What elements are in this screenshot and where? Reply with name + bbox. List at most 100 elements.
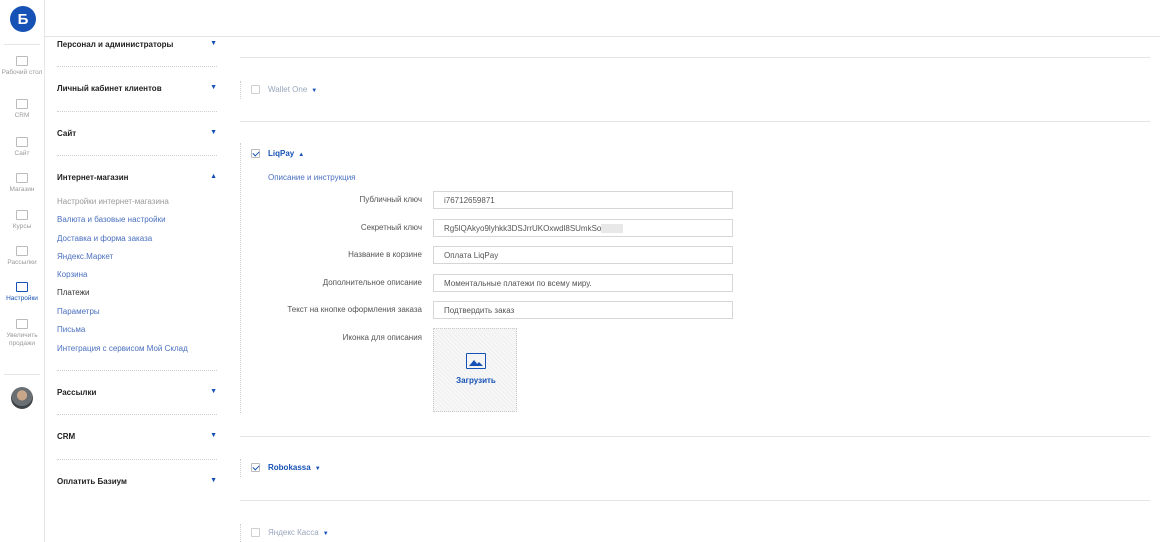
button-text-field[interactable]: Подтвердить заказ	[433, 301, 733, 319]
chevron-down-icon: ▼	[210, 388, 217, 395]
rail-divider	[4, 44, 40, 45]
section-divider	[240, 57, 1150, 58]
liqpay-toggle[interactable]: LiqPay ▲	[268, 149, 304, 158]
rail-item-courses[interactable]: Курсы	[0, 210, 44, 231]
liqpay-checkbox[interactable]	[251, 149, 260, 158]
menu-item-moysklad[interactable]: Интеграция с сервисом Мой Склад	[57, 344, 188, 353]
menu-section-label: Рассылки	[57, 388, 97, 397]
sliders-icon	[16, 282, 28, 292]
rail-item-label: Курсы	[12, 223, 32, 230]
cart-name-field[interactable]: Оплата LiqPay	[433, 246, 733, 264]
image-icon	[466, 353, 486, 369]
payment-label: Robokassa	[268, 463, 311, 472]
cart-name-label: Название в корзине	[348, 250, 422, 259]
menu-section-shop[interactable]: Интернет-магазин ▲	[57, 173, 217, 182]
rail-item-settings[interactable]: Настройки	[0, 282, 44, 303]
rail-item-label: Настройки	[6, 295, 38, 302]
chevron-down-icon: ▼	[210, 40, 217, 47]
menu-section-pay-bazium[interactable]: Оплатить Базиум ▼	[57, 477, 217, 486]
rail-item-label: Рабочий стол	[1, 69, 43, 76]
menu-section-label: Оплатить Базиум	[57, 477, 127, 486]
rail-item-increase-sales[interactable]: Увеличить продажи	[0, 319, 44, 348]
menu-divider	[57, 155, 217, 156]
menu-section-crm[interactable]: CRM ▼	[57, 432, 217, 441]
row-guide	[240, 81, 241, 99]
menu-divider	[57, 414, 217, 415]
payment-label: LiqPay	[268, 149, 295, 158]
menu-item-parameters[interactable]: Параметры	[57, 307, 100, 316]
books-icon	[16, 210, 28, 220]
description-link[interactable]: Описание и инструкция	[268, 173, 356, 182]
menu-section-label: CRM	[57, 432, 76, 441]
secret-key-field[interactable]: Rg5lQAkyo9lyhkk3DSJrrUKOxwdl8SUmkSo	[433, 219, 733, 237]
menu-section-site[interactable]: Сайт ▼	[57, 129, 217, 138]
avatar[interactable]	[11, 387, 33, 409]
upload-label: Загрузить	[456, 376, 496, 385]
funnel-icon	[16, 99, 28, 109]
rail-divider	[4, 374, 40, 375]
rail-item-label: Магазин	[9, 186, 35, 193]
rail-item-site[interactable]: Сайт	[0, 137, 44, 158]
chevron-down-icon: ▼	[210, 84, 217, 91]
menu-section-staff[interactable]: Персонал и администраторы ▼	[57, 40, 217, 49]
menu-section-label: Личный кабинет клиентов	[57, 84, 162, 93]
top-bar-divider	[45, 36, 1160, 37]
chevron-down-icon: ▼	[314, 466, 321, 472]
menu-section-label: Интернет-магазин	[57, 173, 129, 182]
chevron-down-icon: ▼	[311, 88, 318, 94]
robokassa-toggle[interactable]: Robokassa ▼	[268, 463, 321, 472]
menu-section-label: Сайт	[57, 129, 77, 138]
chevron-up-icon: ▲	[210, 173, 217, 180]
upload-icon-dropzone[interactable]: Загрузить	[433, 328, 517, 412]
left-rail: Б Рабочий стол CRM Сайт Магазин Курсы Ра…	[0, 0, 45, 542]
public-key-label: Публичный ключ	[359, 195, 422, 204]
rail-item-mailings[interactable]: Рассылки	[0, 246, 44, 267]
section-divider	[240, 436, 1150, 437]
row-guide	[240, 459, 241, 477]
menu-section-mailings[interactable]: Рассылки ▼	[57, 388, 217, 397]
menu-divider	[57, 459, 217, 460]
menu-divider	[57, 66, 217, 67]
menu-item-yandex-market[interactable]: Яндекс.Маркет	[57, 252, 113, 261]
menu-item-delivery[interactable]: Доставка и форма заказа	[57, 234, 152, 243]
secret-key-value: Rg5lQAkyo9lyhkk3DSJrrUKOxwdl8SUmkSo	[444, 224, 602, 233]
wallet-one-checkbox[interactable]	[251, 85, 260, 94]
menu-divider	[57, 370, 217, 371]
redaction-mask	[601, 224, 624, 234]
yandex-kassa-checkbox[interactable]	[251, 528, 260, 537]
rail-item-label: Сайт	[14, 150, 30, 157]
menu-item-currency[interactable]: Валюта и базовые настройки	[57, 215, 166, 224]
rail-item-crm[interactable]: CRM	[0, 99, 44, 120]
row-guide	[240, 524, 241, 542]
rail-item-label: Рассылки	[7, 259, 37, 266]
rail-item-label: Увеличить продажи	[6, 332, 38, 347]
hand-icon	[16, 319, 28, 329]
chevron-up-icon: ▲	[298, 152, 305, 158]
robokassa-checkbox[interactable]	[251, 463, 260, 472]
public-key-field[interactable]: i76712659871	[433, 191, 733, 209]
menu-item-cart[interactable]: Корзина	[57, 270, 87, 279]
menu-item-shop-settings[interactable]: Настройки интернет-магазина	[57, 197, 169, 206]
menu-divider	[57, 111, 217, 112]
section-divider	[240, 500, 1150, 501]
extra-description-field[interactable]: Моментальные платежи по всему миру.	[433, 274, 733, 292]
yandex-kassa-toggle[interactable]: Яндекс Касса ▼	[268, 528, 329, 537]
chevron-down-icon: ▼	[210, 477, 217, 484]
button-text-label: Текст на кнопке оформления заказа	[287, 305, 422, 314]
chevron-down-icon: ▼	[210, 432, 217, 439]
logo-icon[interactable]: Б	[10, 6, 36, 32]
rail-item-desktop[interactable]: Рабочий стол	[0, 56, 44, 77]
payment-label: Яндекс Касса	[268, 528, 319, 537]
rail-item-store[interactable]: Магазин	[0, 173, 44, 194]
menu-section-label: Персонал и администраторы	[57, 40, 174, 49]
wallet-one-toggle[interactable]: Wallet One ▼	[268, 85, 317, 94]
menu-item-letters[interactable]: Письма	[57, 325, 85, 334]
pages-icon	[16, 137, 28, 147]
menu-section-client-cabinet[interactable]: Личный кабинет клиентов ▼	[57, 84, 217, 93]
mail-icon	[16, 246, 28, 256]
menu-item-payments[interactable]: Платежи	[57, 288, 89, 297]
secret-key-label: Секретный ключ	[360, 223, 422, 232]
payment-label: Wallet One	[268, 85, 308, 94]
chevron-down-icon: ▼	[322, 531, 329, 537]
monitor-icon	[16, 56, 28, 66]
